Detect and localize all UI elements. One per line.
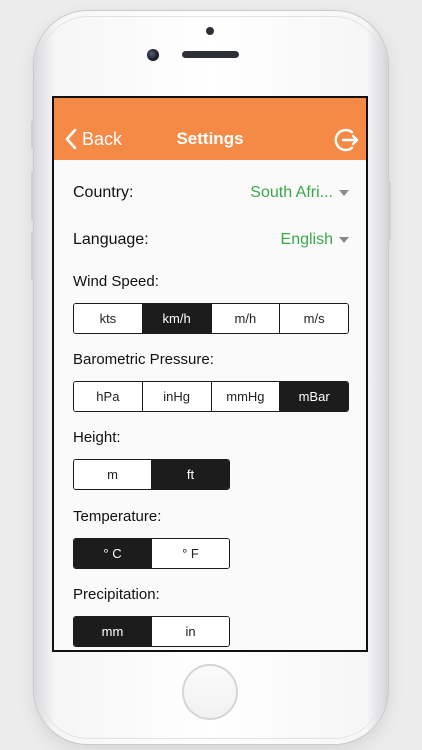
page-title: Settings bbox=[176, 129, 244, 148]
phone-camera bbox=[147, 49, 159, 61]
precipitation-selector: mm in bbox=[73, 616, 230, 647]
wind-speed-selector: kts km/h m/h m/s bbox=[73, 303, 349, 334]
wind-speed-option[interactable]: km/h bbox=[142, 304, 212, 333]
logout-icon[interactable] bbox=[332, 126, 360, 154]
precipitation-option[interactable]: mm bbox=[74, 617, 152, 646]
wind-speed-option[interactable]: kts bbox=[74, 304, 143, 333]
height-option[interactable]: m bbox=[74, 460, 152, 489]
wind-speed-option[interactable]: m/h bbox=[211, 304, 281, 333]
language-row: Language: English bbox=[73, 228, 349, 252]
wind-speed-option[interactable]: m/s bbox=[280, 304, 348, 333]
phone-sensor-dot bbox=[206, 27, 214, 35]
phone-home-button[interactable] bbox=[182, 664, 238, 720]
navigation-bar: Back Settings bbox=[54, 98, 366, 160]
language-dropdown[interactable]: English bbox=[281, 231, 349, 249]
app-screen: Back Settings Country: South Afri... Lan… bbox=[52, 96, 368, 652]
precipitation-label: Precipitation: bbox=[73, 586, 160, 603]
temperature-label: Temperature: bbox=[73, 508, 162, 525]
pressure-label: Barometric Pressure: bbox=[73, 351, 214, 368]
phone-side-button bbox=[31, 121, 34, 149]
language-label: Language: bbox=[73, 231, 149, 248]
precipitation-option[interactable]: in bbox=[152, 617, 229, 646]
caret-down-icon bbox=[339, 237, 349, 243]
temperature-option[interactable]: ° F bbox=[152, 539, 229, 568]
country-dropdown[interactable]: South Afri... bbox=[250, 184, 349, 202]
language-value: English bbox=[280, 231, 333, 248]
pressure-option[interactable]: inHg bbox=[142, 382, 212, 411]
phone-volume-up-button bbox=[31, 171, 34, 221]
phone-speaker bbox=[182, 51, 239, 58]
temperature-selector: ° C ° F bbox=[73, 538, 230, 569]
pressure-option[interactable]: mmHg bbox=[211, 382, 281, 411]
country-label: Country: bbox=[73, 184, 134, 201]
temperature-option[interactable]: ° C bbox=[74, 539, 152, 568]
height-option[interactable]: ft bbox=[152, 460, 229, 489]
country-value: South Afri... bbox=[250, 184, 333, 201]
pressure-option[interactable]: hPa bbox=[74, 382, 143, 411]
pressure-selector: hPa inHg mmHg mBar bbox=[73, 381, 349, 412]
height-selector: m ft bbox=[73, 459, 230, 490]
country-row: Country: South Afri... bbox=[73, 181, 349, 205]
caret-down-icon bbox=[339, 190, 349, 196]
phone-volume-down-button bbox=[31, 231, 34, 281]
pressure-option[interactable]: mBar bbox=[280, 382, 348, 411]
height-label: Height: bbox=[73, 429, 121, 446]
wind-speed-label: Wind Speed: bbox=[73, 273, 159, 290]
phone-power-button bbox=[388, 181, 391, 241]
